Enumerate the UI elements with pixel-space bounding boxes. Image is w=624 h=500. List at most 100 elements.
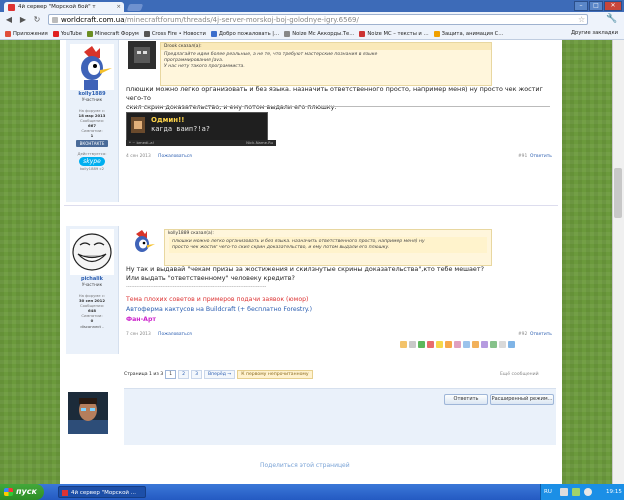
tab-close-icon[interactable]: × — [116, 2, 121, 12]
post1-num[interactable]: #91 — [518, 154, 527, 159]
rating-globe-icon[interactable] — [508, 341, 515, 348]
post2-user-sidebar: pichalik Участник На форуме с: 30 сен 20… — [66, 226, 119, 354]
post2-signature-separator: ----------------------------------------… — [126, 285, 267, 290]
rating-leaf-icon[interactable] — [490, 341, 497, 348]
vkontakte-button[interactable]: ВКОНТАКТЕ — [75, 140, 109, 147]
post1-quote-header[interactable]: Drook сказал(а): — [161, 43, 491, 50]
post2-reply-link[interactable]: Ответить — [530, 332, 552, 337]
post2-num[interactable]: #92 — [518, 332, 527, 337]
banner-character-icon — [131, 117, 145, 133]
post1-user-sidebar: kolly1889 Участник На форуме с: 18 мар 2… — [66, 40, 119, 202]
post2-user-title: Участник — [81, 282, 103, 287]
bookmark-noize-chords[interactable]: Noize Mc Аккорды.Те… — [284, 30, 354, 37]
rating-laugh-icon[interactable] — [445, 341, 452, 348]
new-tab-button[interactable] — [126, 4, 144, 11]
post2-date[interactable]: 7 сен 2013 — [126, 332, 151, 337]
rating-cross-icon[interactable] — [427, 341, 434, 348]
youtube-icon — [52, 30, 59, 37]
shield-icon — [433, 30, 440, 37]
bookmark-welcome[interactable]: Добро пожаловать |… — [210, 30, 279, 37]
tray-app-icon[interactable] — [560, 488, 568, 496]
browser-tab[interactable]: 4й сервер "Морской бой" т × — [4, 2, 124, 12]
bookmark-minecraft-forum[interactable]: Minecraft Форум — [86, 30, 139, 37]
maximize-button[interactable]: □ — [589, 1, 603, 11]
post2-quote-header[interactable]: kolly1889 сказал(а): — [165, 230, 491, 237]
rating-star-icon[interactable] — [472, 341, 479, 348]
page-icon — [52, 17, 58, 23]
language-indicator[interactable]: RU — [544, 484, 552, 500]
current-user-avatar[interactable] — [68, 392, 108, 434]
post1-user-title: Участник — [81, 97, 103, 102]
rating-smile-icon[interactable] — [436, 341, 443, 348]
minecraft-icon — [86, 30, 93, 37]
close-window-button[interactable]: ✕ — [604, 1, 622, 11]
rating-flag-icon[interactable] — [499, 341, 506, 348]
pagination: Страница 1 из 3 1 2 3 Вперёд → К первому… — [124, 370, 313, 379]
bookmark-crossfire[interactable]: Cross Fire • Новости — [143, 30, 206, 37]
post1-reply-link[interactable]: Ответить — [530, 154, 552, 159]
trollface-avatar[interactable] — [70, 229, 114, 275]
banner-caption-right: Nick-Name.Ru — [246, 140, 273, 145]
bookmark-apps[interactable]: Приложения — [5, 30, 48, 37]
post2-quote-line2: просто чек жостиг чего-то скил скрин док… — [172, 245, 390, 250]
windows-flag-icon — [4, 488, 13, 496]
bookmark-protection[interactable]: Защита, анимация С… — [433, 30, 503, 37]
rating-wand-icon[interactable] — [481, 341, 488, 348]
url-host: worldcraft.com.ua — [61, 16, 125, 24]
next-page-button[interactable]: Вперёд → — [204, 370, 236, 379]
back-icon[interactable]: ◀ — [4, 15, 14, 25]
address-bar[interactable]: worldcraft.com.ua/minecraftforum/threads… — [48, 14, 588, 25]
window-controls: – □ ✕ — [574, 1, 622, 11]
bookmark-star-icon[interactable]: ☆ — [578, 15, 585, 24]
post1-date[interactable]: 4 сен 2013 — [126, 154, 151, 159]
woodpecker-avatar[interactable] — [70, 44, 114, 90]
page-1-button[interactable]: 1 — [165, 370, 177, 379]
post1-body: плюшки можно легко организовать и без яз… — [126, 85, 556, 112]
skype-button[interactable]: skype — [79, 157, 105, 166]
background-grass-left — [0, 40, 60, 484]
bookmark-youtube[interactable]: YouTube — [52, 30, 82, 37]
more-messages-link[interactable]: Ещё сообщений — [500, 372, 539, 377]
page-icon — [284, 30, 291, 37]
scrollbar-thumb[interactable] — [614, 168, 622, 218]
page-label: Страница 1 из 3 — [124, 372, 164, 377]
site-icon — [210, 30, 217, 37]
post1-complain-link[interactable]: Пожаловаться — [158, 154, 192, 159]
wrench-menu-icon[interactable]: 🔧 — [606, 14, 617, 24]
other-bookmarks[interactable]: Другие закладки — [571, 28, 618, 39]
bookmark-noize-lyrics[interactable]: Noize MC – тексты и … — [359, 30, 429, 37]
page-2-button[interactable]: 2 — [178, 370, 190, 379]
chrome-task-icon — [62, 490, 68, 496]
share-page-link[interactable]: Поделиться этой страницей — [260, 462, 350, 469]
apps-icon — [5, 30, 11, 37]
rating-info-icon[interactable] — [463, 341, 470, 348]
rating-like-icon[interactable] — [400, 341, 407, 348]
reload-icon[interactable]: ↻ — [32, 15, 42, 25]
music-icon — [359, 30, 366, 37]
post1-signature-separator — [126, 106, 550, 107]
signature-link-cactus-farm[interactable]: Автоферма кактусов на Buildcraft (+ бесп… — [126, 306, 312, 313]
tray-network-icon[interactable] — [572, 488, 580, 496]
minimize-button[interactable]: – — [574, 1, 588, 11]
advanced-mode-button[interactable]: Расширенный режим... — [490, 394, 554, 405]
tray-volume-icon[interactable] — [584, 488, 592, 496]
signature-link-fan-art[interactable]: Фан-Арт — [126, 316, 156, 323]
clock[interactable]: 19:15 — [606, 484, 622, 500]
taskbar-browser-task[interactable]: 4й сервер "Морской ... — [58, 486, 146, 498]
post2-likes-count: 0 — [90, 318, 94, 323]
reply-button[interactable]: Ответить — [444, 394, 488, 405]
rating-dislike-icon[interactable] — [409, 341, 416, 348]
forward-icon[interactable]: ▶ — [18, 15, 28, 25]
quoted-woodpecker-avatar[interactable] — [128, 229, 156, 257]
scrollbar[interactable] — [612, 40, 624, 484]
quoted-user-avatar[interactable] — [128, 41, 156, 69]
first-unread-button[interactable]: К первому непрочитанному — [237, 370, 313, 379]
start-button[interactable]: пуск — [0, 484, 44, 500]
rating-check-icon[interactable] — [418, 341, 425, 348]
post1-quote: Drook сказал(а): Предлагайте идеи более … — [160, 42, 492, 86]
post2-complain-link[interactable]: Пожаловаться — [158, 332, 192, 337]
page-3-button[interactable]: 3 — [191, 370, 203, 379]
signature-link-bad-advice[interactable]: Тема плохих советов и примеров подачи за… — [126, 296, 308, 303]
post1-body-line1: плюшки можно легко организовать и без яз… — [126, 85, 543, 102]
rating-heart-icon[interactable] — [454, 341, 461, 348]
